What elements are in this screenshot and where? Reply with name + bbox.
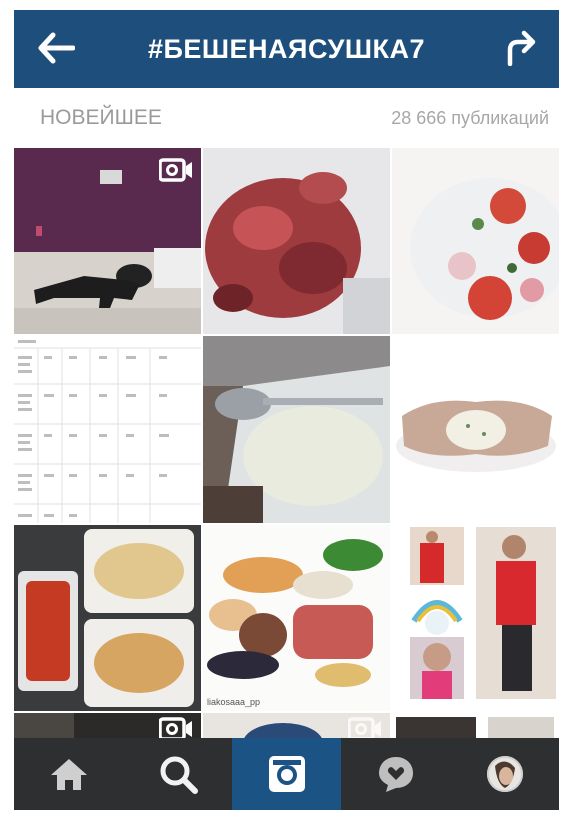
search-icon — [160, 756, 198, 794]
post-count: 28 666 публикаций — [391, 107, 549, 128]
nav-profile[interactable] — [450, 738, 559, 810]
grid-photo-partial-2[interactable] — [203, 713, 390, 738]
nav-home[interactable] — [14, 738, 123, 810]
camera-icon — [268, 756, 305, 792]
share-arrow-icon — [507, 30, 536, 66]
share-button[interactable] — [497, 24, 545, 72]
nav-activity[interactable] — [341, 738, 450, 810]
video-icon — [159, 158, 192, 182]
home-icon — [50, 759, 87, 790]
results-header: НОВЕЙШЕЕ 28 666 публикаций — [14, 88, 559, 149]
back-button[interactable] — [32, 24, 80, 72]
grid-photo-workout-video[interactable] — [14, 148, 201, 334]
profile-avatar-icon — [486, 756, 523, 792]
bottom-navigation — [14, 738, 559, 810]
video-icon — [159, 717, 192, 738]
app-frame: #БЕШЕНАЯСУШКА7 НОВЕЙШЕЕ 28 666 публикаци… — [14, 10, 559, 810]
sort-label[interactable]: НОВЕЙШЕЕ — [40, 88, 162, 148]
top-bar: #БЕШЕНАЯСУШКА7 — [14, 10, 559, 88]
activity-bubble-icon — [378, 757, 413, 792]
grid-photo-roll[interactable] — [392, 336, 559, 523]
arrow-left-icon — [38, 32, 75, 64]
photo-grid: liakosaaa_pp — [14, 148, 559, 738]
grid-photo-spoon-cheese[interactable] — [203, 336, 390, 523]
grid-photo-protein-foods[interactable]: liakosaaa_pp — [203, 525, 390, 711]
nav-search[interactable] — [123, 738, 232, 810]
grid-photo-salad-plate[interactable] — [392, 148, 559, 334]
grid-photo-partial-3[interactable] — [392, 713, 559, 738]
page-title: #БЕШЕНАЯСУШКА7 — [147, 33, 426, 64]
grid-photo-measurements-table[interactable] — [14, 336, 201, 523]
nav-camera[interactable] — [232, 738, 341, 810]
watermark-text: liakosaaa_pp — [207, 697, 260, 707]
grid-photo-collage[interactable] — [392, 525, 559, 711]
grid-photo-partial-1[interactable] — [14, 713, 201, 738]
grid-photo-berries[interactable] — [203, 148, 390, 334]
video-icon — [348, 717, 381, 738]
grid-photo-meal-prep[interactable] — [14, 525, 201, 711]
